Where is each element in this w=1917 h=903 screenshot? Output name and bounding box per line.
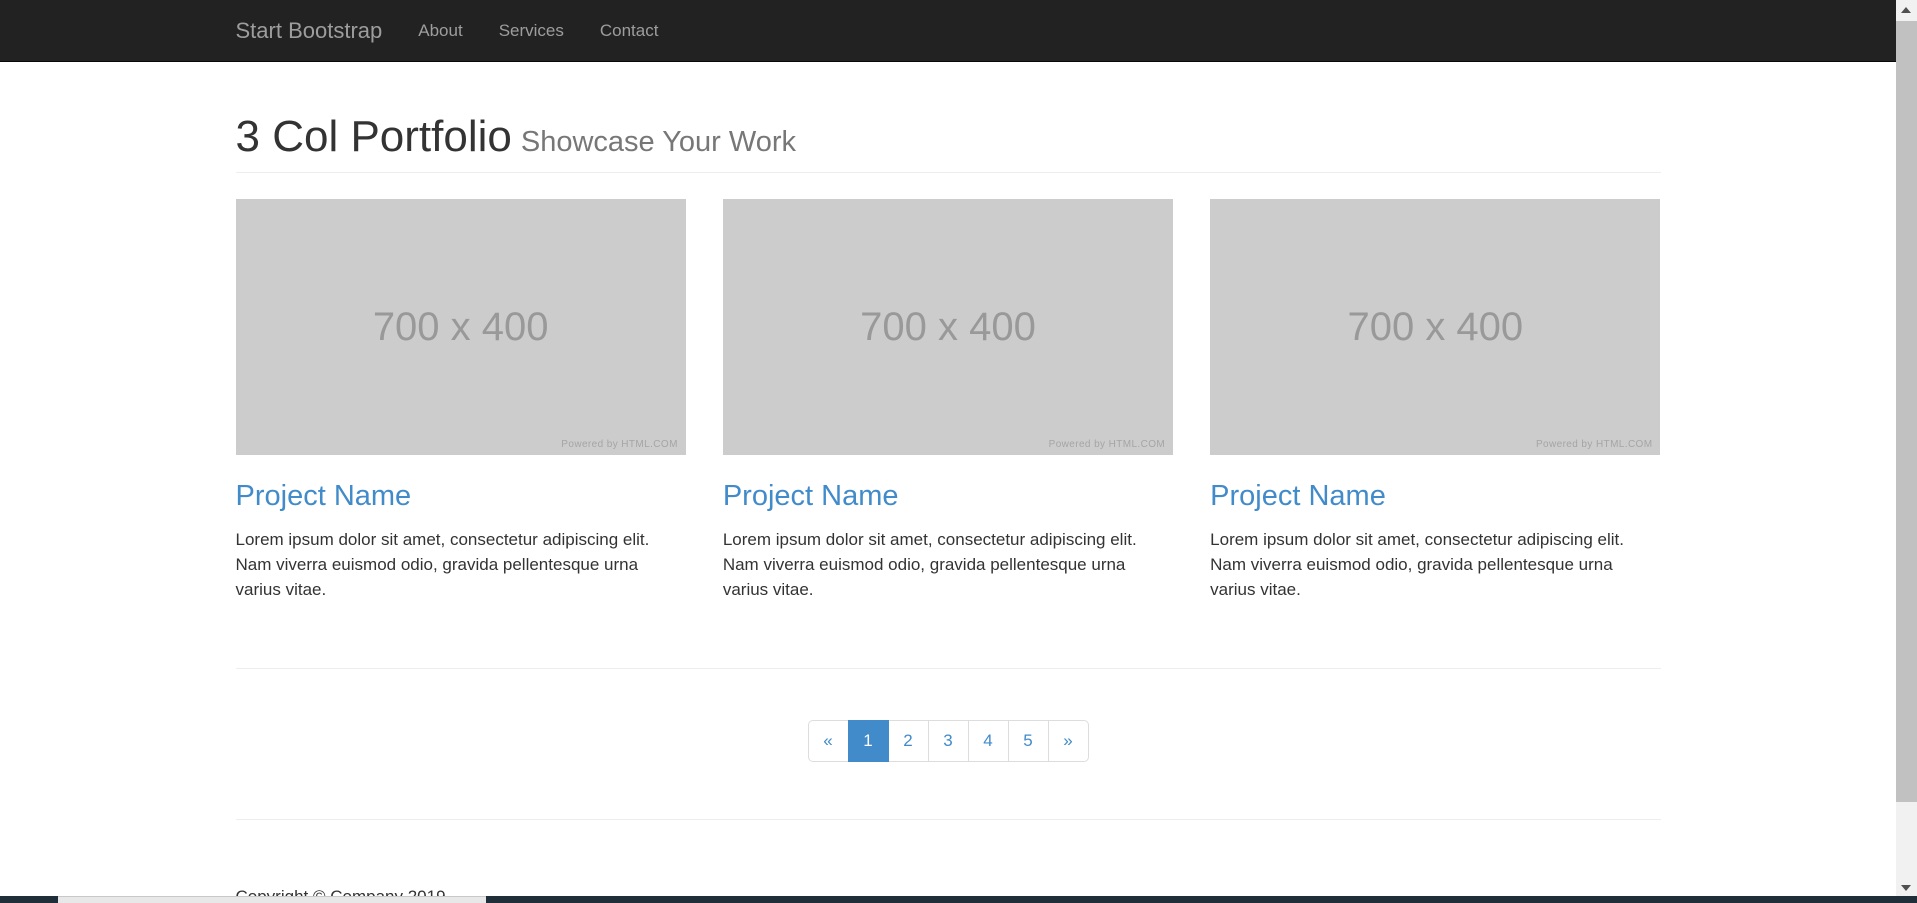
divider xyxy=(236,668,1661,669)
pagination-page-2[interactable]: 2 xyxy=(888,720,929,762)
page-subtitle: Showcase Your Work xyxy=(521,126,796,158)
placeholder-watermark: Powered by HTML.COM xyxy=(561,439,678,450)
portfolio-card: 700 x 400 Powered by HTML.COM Project Na… xyxy=(723,199,1173,602)
placeholder-watermark: Powered by HTML.COM xyxy=(1049,439,1166,450)
pagination-next[interactable]: » xyxy=(1048,720,1089,762)
pagination-page-1[interactable]: 1 xyxy=(848,720,889,762)
project-thumbnail-link[interactable]: 700 x 400 Powered by HTML.COM xyxy=(723,199,1173,455)
pagination-prev[interactable]: « xyxy=(808,720,849,762)
project-name-link[interactable]: Project Name xyxy=(236,480,412,512)
project-description: Lorem ipsum dolor sit amet, consectetur … xyxy=(1210,527,1648,602)
project-name-link[interactable]: Project Name xyxy=(723,480,899,512)
nav-item-about[interactable]: About xyxy=(400,0,480,61)
pagination: « 1 2 3 4 5 » xyxy=(808,720,1089,762)
portfolio-grid: 700 x 400 Powered by HTML.COM Project Na… xyxy=(236,199,1661,602)
nav-item-services[interactable]: Services xyxy=(481,0,582,61)
portfolio-card: 700 x 400 Powered by HTML.COM Project Na… xyxy=(1210,199,1660,602)
scroll-up-icon[interactable] xyxy=(1901,7,1911,13)
pagination-page-4[interactable]: 4 xyxy=(968,720,1009,762)
project-name-link[interactable]: Project Name xyxy=(1210,480,1386,512)
navbar-links: About Services Contact xyxy=(400,0,676,61)
project-description: Lorem ipsum dolor sit amet, consectetur … xyxy=(236,527,674,602)
pagination-page-3[interactable]: 3 xyxy=(928,720,969,762)
project-description: Lorem ipsum dolor sit amet, consectetur … xyxy=(723,527,1161,602)
pagination-page-5[interactable]: 5 xyxy=(1008,720,1049,762)
placeholder-dimensions-text: 700 x 400 xyxy=(860,305,1036,350)
portfolio-card: 700 x 400 Powered by HTML.COM Project Na… xyxy=(236,199,686,602)
placeholder-dimensions-text: 700 x 400 xyxy=(373,305,549,350)
navbar-brand-link[interactable]: Start Bootstrap xyxy=(236,0,401,61)
scroll-down-icon[interactable] xyxy=(1901,885,1911,891)
taskbar-edge[interactable] xyxy=(0,896,1917,903)
browser-viewport: Start Bootstrap About Services Contact 3… xyxy=(0,0,1896,903)
placeholder-dimensions-text: 700 x 400 xyxy=(1347,305,1523,350)
page-header: 3 Col Portfolio Showcase Your Work xyxy=(236,113,1661,173)
taskbar-search-box-edge[interactable] xyxy=(58,896,486,903)
nav-item-contact[interactable]: Contact xyxy=(582,0,677,61)
divider xyxy=(236,819,1661,820)
navbar: Start Bootstrap About Services Contact xyxy=(0,0,1896,62)
project-thumbnail-link[interactable]: 700 x 400 Powered by HTML.COM xyxy=(236,199,686,455)
vertical-scrollbar[interactable] xyxy=(1896,0,1917,903)
placeholder-watermark: Powered by HTML.COM xyxy=(1536,439,1653,450)
project-thumbnail-link[interactable]: 700 x 400 Powered by HTML.COM xyxy=(1210,199,1660,455)
page-title: 3 Col Portfolio xyxy=(236,112,512,161)
vertical-scrollbar-thumb[interactable] xyxy=(1896,21,1917,802)
